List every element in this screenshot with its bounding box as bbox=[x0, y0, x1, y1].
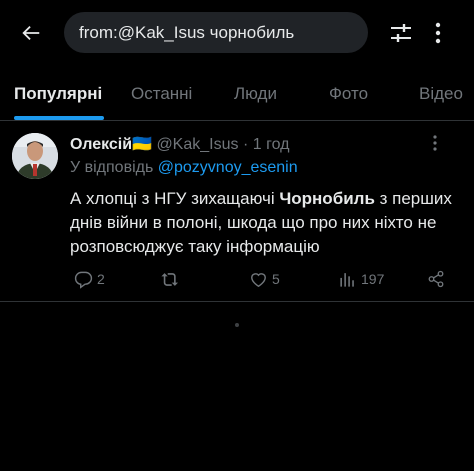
heart-icon bbox=[251, 272, 266, 287]
tab-videos[interactable]: Відео bbox=[419, 84, 463, 104]
tweet-time[interactable]: 1 год bbox=[253, 136, 290, 153]
author-handle[interactable]: @Kak_Isus bbox=[156, 136, 238, 153]
tweet-text-start: А хлопці з НГУ зихащаючі bbox=[70, 189, 280, 208]
author-name[interactable]: Олексій🇺🇦 bbox=[70, 136, 152, 153]
like-button[interactable]: 5 bbox=[249, 267, 280, 291]
back-arrow-icon[interactable] bbox=[16, 18, 46, 48]
active-tab-indicator bbox=[14, 116, 104, 120]
tweet[interactable]: Олексій🇺🇦 @Kak_Isus · 1 год У відповідь … bbox=[0, 121, 474, 302]
reply-button[interactable]: 2 bbox=[74, 267, 105, 291]
retweet-icon bbox=[161, 272, 179, 286]
reply-context: У відповідь @pozyvnoy_esenin bbox=[70, 159, 298, 177]
tweet-text: А хлопці з НГУ зихащаючі Чорнобиль з пер… bbox=[70, 187, 468, 259]
reply-mention-link[interactable]: @pozyvnoy_esenin bbox=[158, 159, 298, 176]
tab-photos[interactable]: Фото bbox=[329, 84, 368, 104]
reply-count: 2 bbox=[97, 271, 105, 287]
tab-people[interactable]: Люди bbox=[234, 84, 277, 104]
search-input[interactable]: from:@Kak_Isus чорнобиль bbox=[64, 12, 368, 53]
top-bar: from:@Kak_Isus чорнобиль bbox=[0, 0, 474, 64]
filter-sliders-icon[interactable] bbox=[388, 20, 414, 46]
reply-icon bbox=[74, 271, 93, 289]
search-tabs: Популярні Останні Люди Фото Відео bbox=[0, 70, 474, 121]
separator-dot: · bbox=[242, 136, 249, 153]
tweet-text-highlight: Чорнобиль bbox=[279, 189, 375, 208]
tab-latest[interactable]: Останні bbox=[131, 84, 192, 104]
reply-prefix: У відповідь bbox=[70, 159, 154, 176]
share-icon bbox=[428, 270, 444, 288]
views-chart-icon bbox=[340, 272, 354, 287]
tweet-actions: 2 5 197 bbox=[70, 267, 460, 291]
tweet-more-icon[interactable] bbox=[425, 133, 445, 153]
tab-popular[interactable]: Популярні bbox=[14, 84, 102, 104]
search-query: from:@Kak_Isus чорнобиль bbox=[79, 22, 295, 42]
tweet-header: Олексій🇺🇦 @Kak_Isus · 1 год bbox=[70, 134, 289, 154]
loading-dot bbox=[235, 323, 239, 327]
avatar[interactable] bbox=[12, 133, 58, 179]
more-vertical-icon[interactable] bbox=[428, 18, 448, 48]
views-count: 197 bbox=[361, 271, 385, 287]
share-button[interactable] bbox=[427, 267, 445, 291]
views-button[interactable]: 197 bbox=[338, 267, 384, 291]
retweet-button[interactable] bbox=[160, 267, 185, 291]
like-count: 5 bbox=[272, 271, 280, 287]
